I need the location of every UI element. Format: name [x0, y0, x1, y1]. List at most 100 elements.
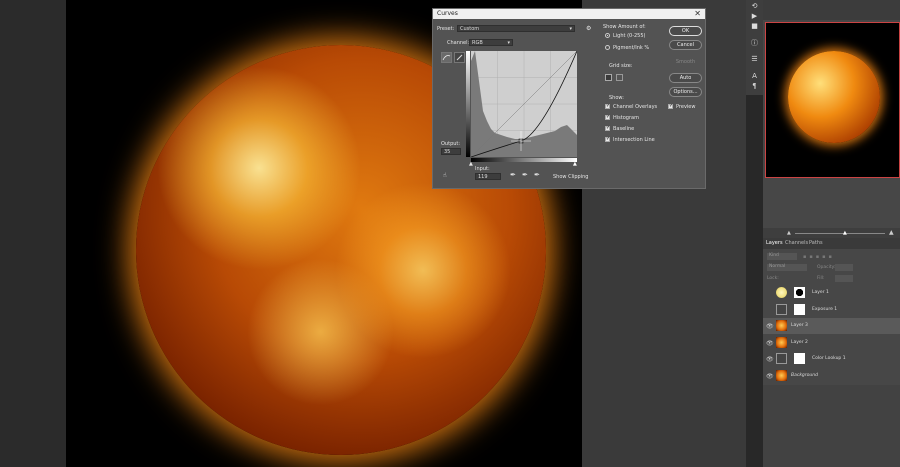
preset-select[interactable]: Custom ▾ — [457, 25, 575, 32]
paragraph-icon[interactable]: ¶ — [746, 82, 763, 90]
gray-eyedropper-icon[interactable]: ✒ — [522, 171, 528, 179]
zoom-out-icon[interactable]: ▲ — [787, 230, 791, 236]
preset-settings-icon[interactable]: ⚙ — [586, 25, 591, 32]
channel-select[interactable]: RGB ▾ — [469, 39, 513, 46]
tab-channels[interactable]: Channels — [785, 240, 808, 246]
opacity-field[interactable] — [835, 264, 853, 271]
cancel-button[interactable]: Cancel — [669, 40, 702, 50]
target-adjustment-icon[interactable]: ☝ — [443, 172, 447, 179]
chevron-down-icon: ▾ — [569, 26, 572, 32]
layer-row[interactable]: 👁 Layer 2 — [763, 335, 900, 351]
dialog-title: Curves — [437, 10, 458, 17]
left-panel — [0, 0, 66, 467]
input-field[interactable]: 119 — [475, 173, 501, 180]
eye-icon[interactable]: 👁 — [766, 373, 774, 380]
light-radio[interactable] — [605, 33, 610, 38]
chevron-down-icon: ▾ — [507, 40, 510, 46]
tab-layers[interactable]: Layers — [766, 240, 783, 246]
layer-name: Layer 3 — [791, 323, 808, 328]
layer-filter-value: Kind — [769, 253, 779, 258]
layers-tab-bar: Layers Channels Paths — [763, 238, 900, 249]
pigment-radio[interactable] — [605, 45, 610, 50]
layer-row[interactable]: Exposure 1 — [763, 302, 900, 318]
zoom-slider[interactable] — [795, 233, 885, 234]
channel-overlays-checkbox[interactable] — [605, 103, 610, 109]
fill-label: Fill: — [817, 276, 825, 281]
layer-mask-thumbnail — [794, 353, 805, 364]
layer-row[interactable]: 👁 Layer 3 — [763, 318, 900, 334]
exposure-adjustment-icon — [776, 304, 787, 315]
zoom-slider-handle[interactable]: ▲ — [843, 230, 847, 236]
navigator-header — [763, 0, 900, 20]
layer-row[interactable]: Layer 1 — [763, 285, 900, 301]
adjustments-icon[interactable]: ☰ — [746, 55, 763, 63]
zoom-bar: ▲ ▲ ▲ — [763, 228, 900, 238]
preview-checkbox[interactable] — [668, 103, 673, 109]
grid-small-icon[interactable] — [605, 74, 612, 81]
white-point-slider[interactable]: ▲ — [573, 161, 577, 167]
blend-mode-select[interactable]: Normal — [767, 264, 807, 271]
curve-point-tool-icon[interactable] — [441, 52, 452, 63]
zoom-in-icon[interactable]: ▲ — [889, 229, 894, 236]
eye-icon[interactable]: 👁 — [766, 340, 774, 347]
layer-name: Exposure 1 — [812, 307, 838, 312]
eye-icon[interactable]: 👁 — [766, 323, 774, 330]
close-icon[interactable]: ✕ — [694, 9, 701, 18]
grid-large-icon[interactable] — [616, 74, 623, 81]
play-icon[interactable]: ▶ — [746, 12, 763, 20]
layer-thumbnail — [776, 320, 787, 331]
black-eyedropper-icon[interactable]: ✒ — [510, 171, 516, 179]
layer-row[interactable]: 👁 Background — [763, 368, 900, 384]
navigator-thumbnail[interactable] — [765, 22, 900, 178]
output-field[interactable]: 35 — [441, 148, 461, 155]
output-gradient-bar — [466, 51, 470, 157]
histogram-label: Histogram — [613, 115, 639, 121]
black-point-slider[interactable]: ▲ — [469, 161, 473, 167]
character-icon[interactable]: A — [746, 72, 763, 80]
layer-filter-select[interactable]: Kind — [767, 253, 797, 260]
input-value: 119 — [478, 174, 488, 180]
auto-button[interactable]: Auto — [669, 73, 702, 83]
layers-empty-area — [763, 385, 900, 467]
baseline-checkbox[interactable] — [605, 125, 610, 131]
channel-overlays-label: Channel Overlays — [613, 104, 658, 110]
layer-row[interactable]: 👁 Color Lookup 1 — [763, 351, 900, 367]
layer-mask-thumbnail — [794, 287, 805, 298]
pencil-icon[interactable] — [454, 52, 465, 63]
histogram-checkbox[interactable] — [605, 114, 610, 120]
dialog-titlebar[interactable]: Curves ✕ — [433, 9, 705, 19]
show-label: Show: — [609, 95, 624, 101]
layer-name: Color Lookup 1 — [812, 356, 846, 361]
layer-mask-thumbnail — [794, 304, 805, 315]
intersection-line-checkbox[interactable] — [605, 136, 610, 142]
history-icon[interactable]: ⟲ — [746, 2, 763, 10]
show-clipping-checkbox[interactable]: Show Clipping — [553, 174, 588, 180]
channel-label: Channel: — [447, 40, 470, 46]
layer-thumbnail — [776, 370, 787, 381]
fill-field[interactable] — [835, 275, 853, 282]
curves-graph[interactable] — [471, 51, 577, 157]
light-option-label: Light (0-255) — [613, 33, 646, 39]
info-icon[interactable]: ⓘ — [746, 38, 763, 48]
actions-icon[interactable]: ■ — [746, 22, 763, 30]
color-lookup-adjustment-icon — [776, 353, 787, 364]
eye-icon[interactable]: 👁 — [766, 356, 774, 363]
smooth-button[interactable]: Smooth — [669, 57, 702, 67]
input-label: Input: — [475, 166, 490, 172]
layer-filter-icons[interactable]: ▪▪▪▪▪ — [803, 254, 863, 260]
panel-icon-column: ⟲ ▶ ■ ⓘ ☰ A ¶ — [746, 0, 763, 95]
white-eyedropper-icon[interactable]: ✒ — [534, 171, 540, 179]
tab-paths[interactable]: Paths — [809, 240, 823, 246]
lock-label: Lock: — [767, 276, 779, 281]
grid-size-label: Grid size: — [609, 63, 633, 69]
preset-value: Custom — [460, 26, 480, 32]
channel-value: RGB — [472, 40, 483, 46]
options-button[interactable]: Options... — [669, 87, 702, 97]
baseline-label: Baseline — [613, 126, 635, 132]
output-label: Output: — [441, 141, 461, 147]
right-panels: ▲ ▲ ▲ Layers Channels Paths Kind ▪▪▪▪▪ N… — [763, 0, 900, 467]
input-gradient-bar — [471, 158, 577, 162]
layer-name: Layer 1 — [812, 290, 829, 295]
ok-button[interactable]: OK — [669, 26, 702, 36]
layer-name: Layer 2 — [791, 340, 808, 345]
